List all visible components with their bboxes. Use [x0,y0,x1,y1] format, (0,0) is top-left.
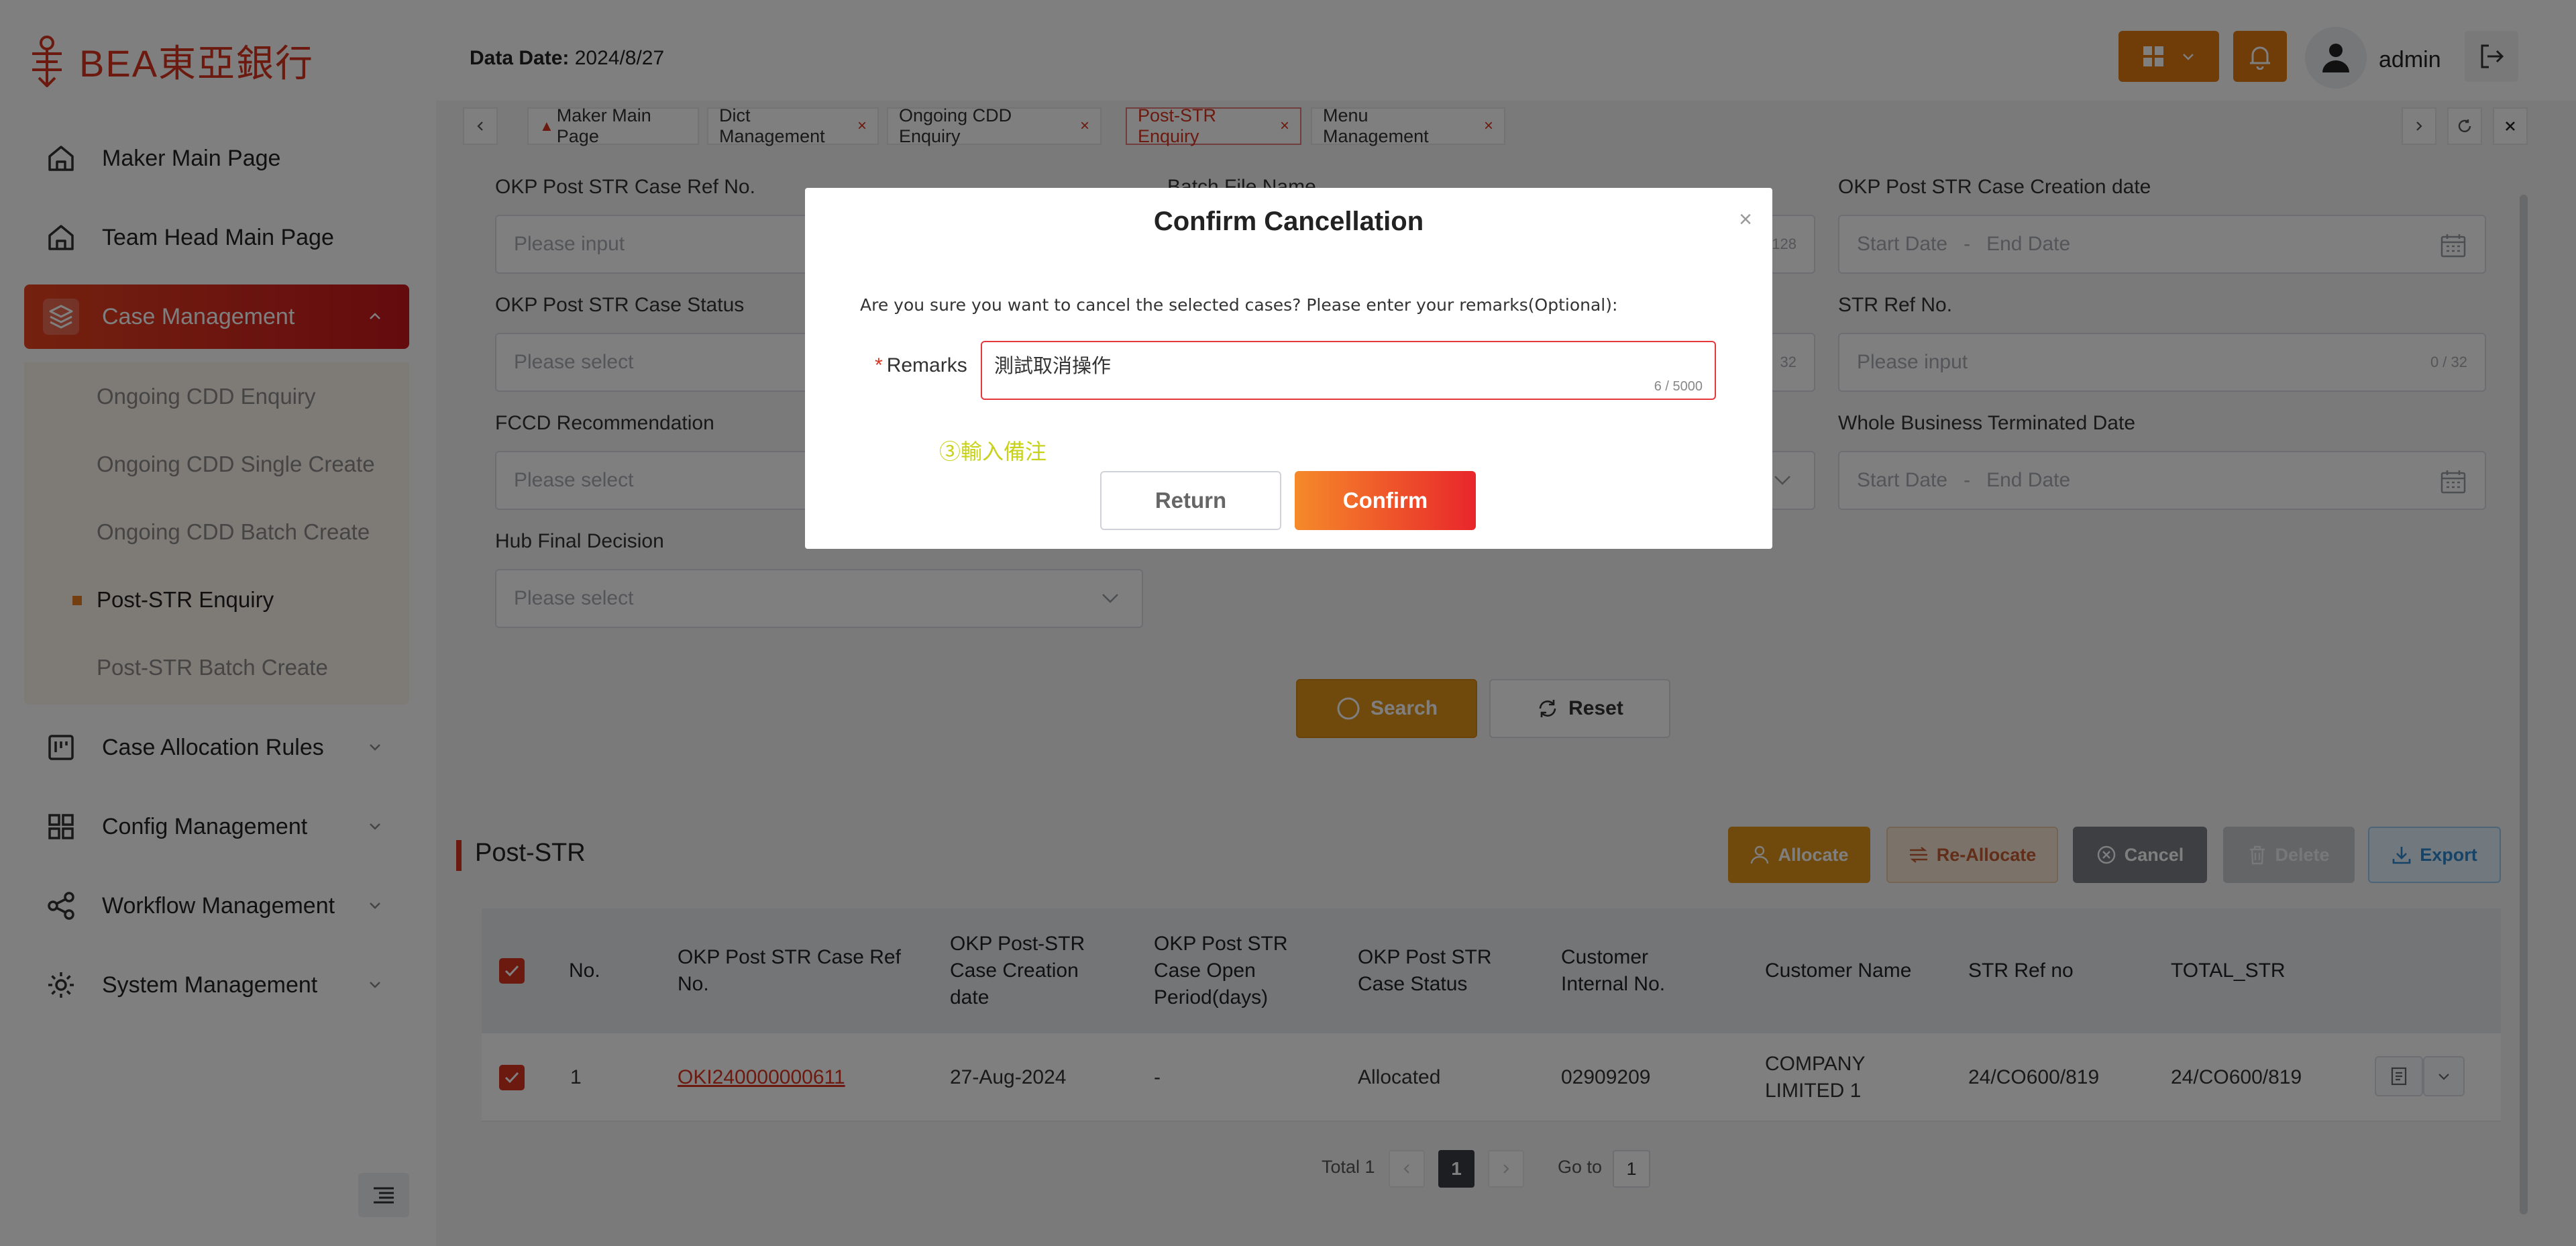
modal-overlay[interactable] [0,0,2576,1246]
remarks-value: 測試取消操作 [994,356,1112,377]
return-button[interactable]: Return [1100,471,1281,530]
confirm-button[interactable]: Confirm [1295,471,1476,530]
confirm-cancellation-dialog: Confirm Cancellation × Are you sure you … [805,188,1772,549]
annotation-hint: ③輸入備注 [939,439,1047,464]
close-icon[interactable]: × [1739,207,1752,233]
remarks-label: * Remarks [875,354,967,377]
remarks-label-text: Remarks [886,354,967,376]
dialog-title: Confirm Cancellation [1153,207,1424,236]
dialog-description: Are you sure you want to cancel the sele… [860,295,1618,315]
char-counter: 6 / 5000 [1654,379,1703,394]
remarks-textarea[interactable]: 測試取消操作 6 / 5000 [981,341,1716,400]
required-mark: * [875,354,883,376]
